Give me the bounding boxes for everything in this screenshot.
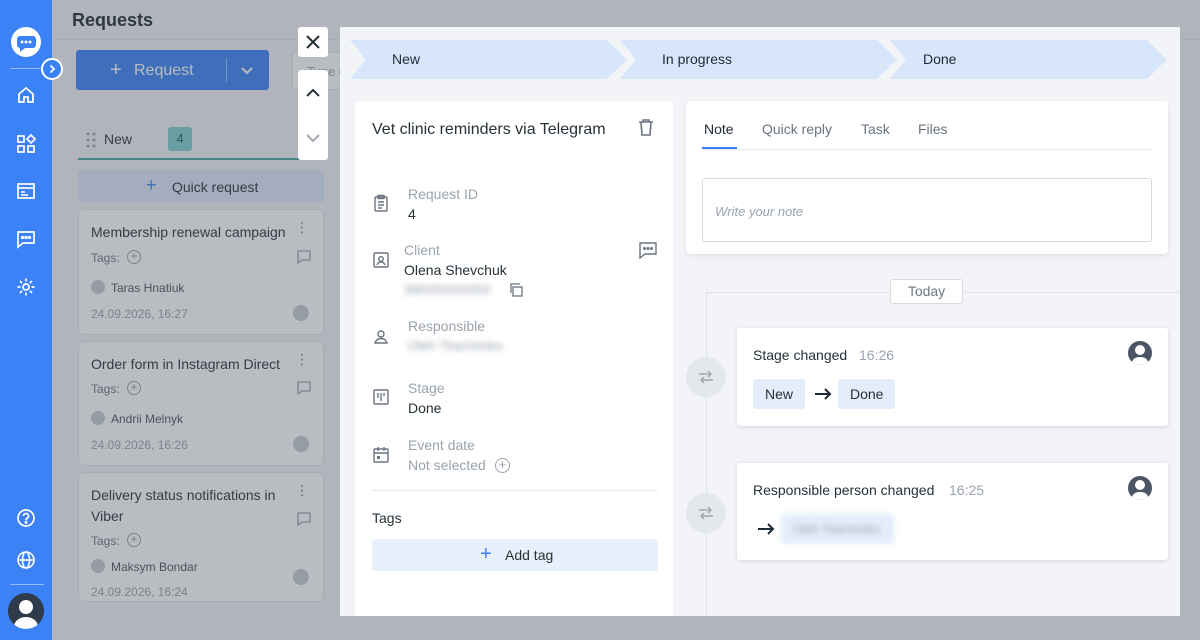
- event-time: 16:25: [949, 482, 985, 498]
- crm-icon[interactable]: [12, 177, 40, 205]
- sidebar: [0, 0, 52, 640]
- settings-gear-icon[interactable]: [12, 273, 40, 301]
- arrow-right-icon: [814, 388, 832, 400]
- user-avatar[interactable]: [8, 593, 44, 629]
- chevron-up-icon[interactable]: [305, 70, 321, 115]
- calendar-icon: [372, 446, 390, 464]
- stage-done[interactable]: Done: [890, 40, 1167, 79]
- navigation-arrows: [298, 70, 328, 160]
- client-name[interactable]: Olena Shevchuk: [404, 262, 507, 278]
- event-time: 16:26: [859, 347, 895, 363]
- event-date-value[interactable]: Not selected: [408, 457, 486, 473]
- client-phone: 380000000000: [404, 282, 491, 297]
- chat-icon[interactable]: [639, 241, 657, 259]
- trash-icon[interactable]: [638, 118, 654, 136]
- user-avatar: [1128, 476, 1152, 500]
- add-date-icon[interactable]: +: [495, 458, 510, 473]
- request-modal: New In progress Done Vet clinic reminder…: [340, 27, 1180, 616]
- note-input[interactable]: Write your note: [702, 178, 1152, 242]
- clipboard-icon: [372, 194, 390, 212]
- apps-icon[interactable]: [12, 130, 40, 158]
- request-title[interactable]: Vet clinic reminders via Telegram: [372, 121, 606, 139]
- arrow-right-icon: [757, 523, 775, 535]
- timeline-event: Responsible person changed 16:25 Oleh Tk…: [737, 463, 1168, 560]
- timeline-event: Stage changed 16:26 New Done: [737, 328, 1168, 426]
- responsible-value[interactable]: Oleh Tkachenko: [408, 338, 502, 353]
- stage-value: Done: [408, 400, 442, 416]
- contact-card-icon: [372, 251, 390, 269]
- chevron-down-icon[interactable]: [305, 115, 321, 160]
- timeline-date: Today: [890, 279, 963, 304]
- tab-files[interactable]: Files: [918, 121, 948, 137]
- tab-note[interactable]: Note: [704, 121, 734, 137]
- close-button[interactable]: [298, 27, 328, 57]
- home-icon[interactable]: [12, 81, 40, 109]
- messages-icon[interactable]: [12, 225, 40, 253]
- stage-from-chip: New: [753, 379, 806, 409]
- event-title: Responsible person changed: [753, 482, 935, 498]
- event-title: Stage changed: [753, 347, 848, 363]
- kanban-icon: [372, 388, 390, 406]
- responsible-to-chip: Oleh Tkachenko: [781, 514, 894, 544]
- activity-panel: Note Quick reply Task Files Write your n…: [686, 101, 1168, 254]
- request-id-value: 4: [408, 206, 416, 222]
- add-tag-button[interactable]: + Add tag: [372, 539, 658, 571]
- stage-to-chip: Done: [838, 379, 896, 409]
- language-globe-icon[interactable]: [12, 546, 40, 574]
- sidebar-expand-button[interactable]: [41, 58, 63, 80]
- tab-task[interactable]: Task: [861, 121, 890, 137]
- plus-icon: +: [480, 543, 492, 565]
- tab-quick-reply[interactable]: Quick reply: [762, 121, 832, 137]
- tags-heading: Tags: [372, 510, 402, 526]
- person-icon: [372, 328, 390, 346]
- request-details-panel: Vet clinic reminders via Telegram Reques…: [355, 101, 673, 616]
- chat-logo-icon[interactable]: [10, 26, 42, 58]
- stage-new[interactable]: New: [350, 40, 627, 79]
- copy-icon[interactable]: [509, 283, 523, 297]
- user-avatar: [1128, 341, 1152, 365]
- swap-arrows-icon: [686, 357, 726, 397]
- stage-in-progress[interactable]: In progress: [620, 40, 897, 79]
- help-icon[interactable]: [12, 504, 40, 532]
- swap-arrows-icon: [686, 493, 726, 533]
